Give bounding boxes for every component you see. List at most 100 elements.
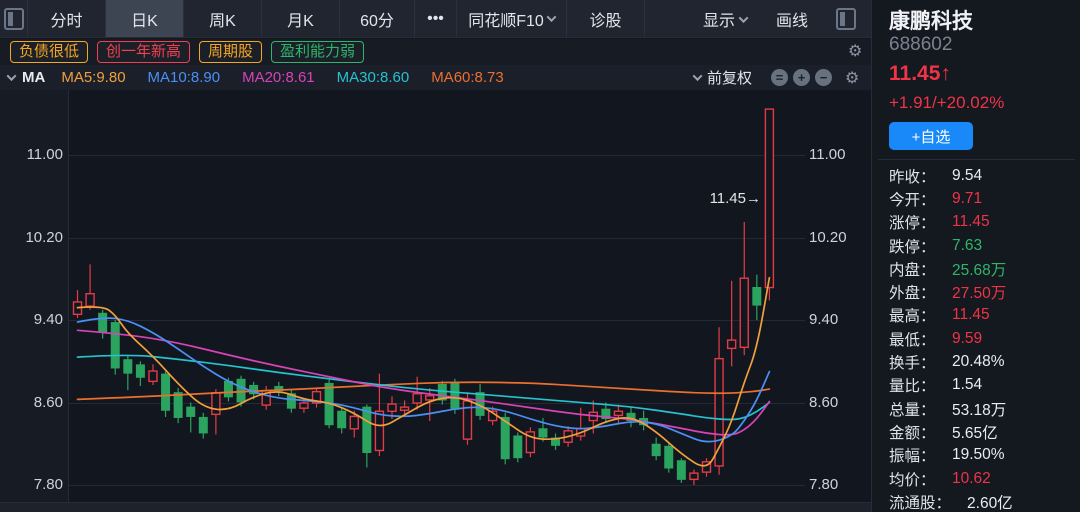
current-price: 11.45↑ bbox=[889, 62, 951, 86]
right-panel-toggle-icon[interactable] bbox=[836, 0, 856, 38]
display-dropdown[interactable]: 显示 bbox=[703, 0, 747, 38]
tab-label: ••• bbox=[427, 10, 444, 28]
tab-label: 诊股 bbox=[589, 7, 621, 31]
draw-line-button[interactable]: 画线 bbox=[776, 0, 808, 38]
bottom-scroll-strip[interactable] bbox=[0, 502, 871, 512]
chevron-down-icon bbox=[693, 71, 703, 81]
display-label: 显示 bbox=[703, 7, 735, 31]
stock-tag-row: 负债很低创一年新高周期股盈利能力弱 bbox=[0, 39, 871, 65]
stat-row: 外盘：27.50万 bbox=[889, 280, 1079, 303]
divider bbox=[878, 159, 1075, 160]
stock-code: 688602 bbox=[889, 34, 952, 56]
tab-label: 60分 bbox=[360, 7, 394, 31]
tab-label: 日K bbox=[131, 7, 158, 31]
stat-row: 金额：5.65亿 bbox=[889, 420, 1079, 443]
tab-label: 月K bbox=[287, 7, 314, 31]
y-axis-tick-label: 10.20 bbox=[0, 230, 63, 246]
tab-60min[interactable]: 60分 bbox=[340, 0, 415, 37]
tab-more[interactable]: ••• bbox=[415, 0, 457, 37]
chart-settings-gear-icon[interactable]: ⚙ bbox=[845, 65, 859, 90]
zoom-in-icon: + bbox=[793, 69, 810, 86]
tab-label: 周K bbox=[209, 7, 236, 31]
stat-row: 跌停： 7.63 bbox=[889, 234, 1079, 257]
price-change: +1.91/+20.02% bbox=[889, 93, 1004, 113]
stat-row: 流通股：2.60亿 bbox=[889, 490, 1079, 512]
zoom-out-icon: − bbox=[815, 69, 832, 86]
stat-value: 20.48% bbox=[952, 353, 1005, 371]
stat-value: 10.62 bbox=[952, 470, 991, 488]
stats-list: 昨收：9.54今开： 9.71 涨停： 11.45 跌停： 7.63 内盘：25.68万外盘… bbox=[889, 164, 1079, 512]
y-axis-tick-label: 9.40 bbox=[809, 312, 838, 328]
zoom-out-button[interactable]: − bbox=[815, 65, 832, 90]
ma-collapse-chevron-icon[interactable] bbox=[7, 71, 17, 81]
stat-row: 内盘：25.68万 bbox=[889, 257, 1079, 280]
restore-zoom-button[interactable]: = bbox=[771, 65, 788, 90]
add-watchlist-button[interactable]: +自选 bbox=[889, 122, 973, 150]
stat-label: 振幅： bbox=[889, 444, 936, 466]
stat-row: 总量：53.18万 bbox=[889, 397, 1079, 420]
tab-time-sharing[interactable]: 分时 bbox=[28, 0, 106, 37]
stat-value: 11.45 bbox=[952, 306, 990, 324]
stat-label: 内盘： bbox=[889, 258, 936, 280]
y-axis-tick-label: 8.60 bbox=[809, 395, 838, 411]
stat-row: 均价：10.62 bbox=[889, 467, 1079, 490]
stat-row: 涨停： 11.45 bbox=[889, 211, 1079, 234]
ma-group-label: MA bbox=[22, 69, 45, 86]
stock-app-window: 分时 日K 周K 月K 60分 ••• 同花顺F10 诊股 显示 画线 负债很低创一年新高周期… bbox=[0, 0, 1080, 512]
tag-weak-profitability[interactable]: 盈利能力弱 bbox=[271, 41, 364, 63]
tab-monthly-k[interactable]: 月K bbox=[262, 0, 340, 37]
stat-row: 振幅： 19.50% bbox=[889, 444, 1079, 467]
ma-value-undefined: MA30:8.60 bbox=[337, 69, 410, 86]
high-price-annotation: 11.45→ bbox=[710, 190, 761, 207]
y-axis-tick-label: 7.80 bbox=[809, 477, 838, 493]
ma-values: MA5:9.80 MA10:8.90 MA20:8.61 MA30:8.60 MA60:… bbox=[61, 69, 525, 86]
tab-ths-f10[interactable]: 同花顺F10 bbox=[457, 0, 567, 37]
period-tabs: 分时 日K 周K 月K 60分 ••• 同花顺F10 诊股 bbox=[28, 0, 645, 37]
stat-label: 跌停： bbox=[889, 235, 936, 257]
draw-line-label: 画线 bbox=[776, 7, 808, 31]
zoom-in-button[interactable]: + bbox=[793, 65, 810, 90]
tag-cyclical-stock[interactable]: 周期股 bbox=[199, 41, 262, 63]
ma-indicator-bar: MA MA5:9.80MA10:8.90MA20:8.61MA30:8.60MA… bbox=[0, 65, 871, 90]
stat-row: 换手： 20.48% bbox=[889, 350, 1079, 373]
y-axis-tick-label: 10.20 bbox=[809, 230, 847, 246]
candlestick-chart-region: 11.0011.0010.2010.209.409.408.608.607.80… bbox=[0, 90, 871, 502]
tab-weekly-k[interactable]: 周K bbox=[184, 0, 262, 37]
adjust-mode-label: 前复权 bbox=[707, 67, 752, 88]
stat-label: 昨收： bbox=[889, 165, 936, 187]
stat-value: 19.50% bbox=[952, 446, 1005, 464]
ma-value-undefined: MA5:9.80 bbox=[61, 69, 125, 86]
panel-toggle-icon bbox=[836, 8, 856, 30]
stat-row: 量比：1.54 bbox=[889, 374, 1079, 397]
stat-label: 今开： bbox=[889, 188, 936, 210]
sidebar-toggle-icon[interactable] bbox=[0, 0, 28, 37]
stat-value: 11.45 bbox=[952, 213, 990, 231]
tab-label: 同花顺F10 bbox=[468, 7, 544, 31]
stat-label: 涨停： bbox=[889, 211, 936, 233]
stat-row: 昨收：9.54 bbox=[889, 164, 1079, 187]
tab-diagnose[interactable]: 诊股 bbox=[567, 0, 645, 37]
ma-value-undefined: MA10:8.90 bbox=[148, 69, 221, 86]
adjust-mode-dropdown[interactable]: 前复权 bbox=[694, 65, 752, 90]
gear-icon[interactable]: ⚙ bbox=[848, 44, 862, 60]
stat-label: 换手： bbox=[889, 351, 936, 373]
tab-daily-k[interactable]: 日K bbox=[106, 0, 184, 37]
stat-value: 1.54 bbox=[952, 376, 982, 394]
stat-value: 9.59 bbox=[952, 330, 982, 348]
tag-low-debt[interactable]: 负债很低 bbox=[10, 41, 88, 63]
stat-value: 5.65亿 bbox=[952, 421, 998, 443]
stat-row: 最高： 11.45 bbox=[889, 304, 1079, 327]
stat-label: 最高： bbox=[889, 304, 936, 326]
y-axis-tick-label: 11.00 bbox=[0, 147, 63, 163]
tag-one-year-high[interactable]: 创一年新高 bbox=[97, 41, 190, 63]
chart-toolbar: 分时 日K 周K 月K 60分 ••• 同花顺F10 诊股 显示 画线 bbox=[0, 0, 871, 38]
candlestick-canvas[interactable] bbox=[69, 90, 805, 502]
chevron-down-icon bbox=[739, 13, 749, 23]
ma-value-undefined: MA60:8.73 bbox=[431, 69, 504, 86]
ma-value-undefined: MA20:8.61 bbox=[242, 69, 315, 86]
stat-value: 9.71 bbox=[952, 190, 982, 208]
restore-zoom-icon: = bbox=[771, 69, 788, 86]
stat-value: 7.63 bbox=[952, 237, 982, 255]
stat-label: 总量： bbox=[889, 398, 936, 420]
stat-label: 流通股： bbox=[889, 491, 951, 512]
